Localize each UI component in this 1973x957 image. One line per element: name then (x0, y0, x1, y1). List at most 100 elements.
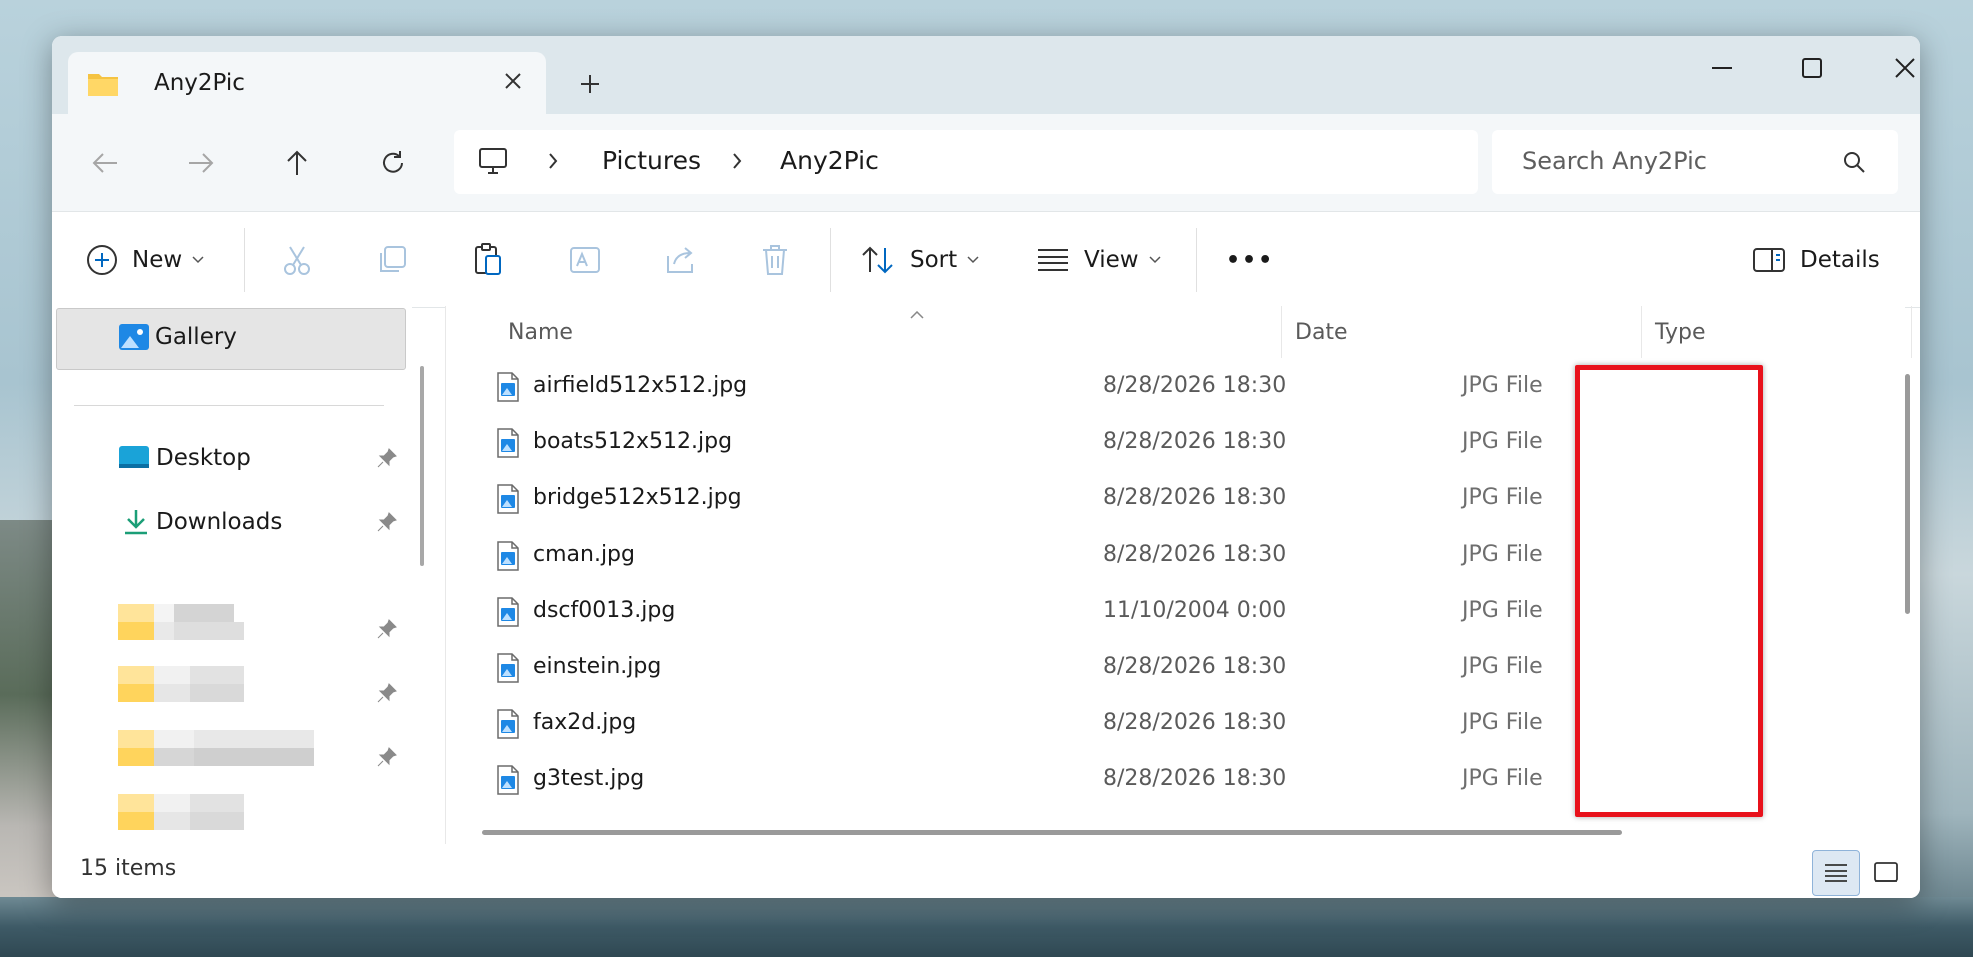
jpg-file-icon (496, 653, 520, 687)
file-date: 8/28/2026 18:30 (1103, 429, 1287, 455)
file-name[interactable]: cman.jpg (533, 542, 635, 567)
pin-icon[interactable] (377, 512, 397, 536)
toolbar-divider (1196, 228, 1197, 292)
folder-icon (86, 70, 120, 102)
type-column-highlight (1575, 365, 1763, 817)
jpg-file-icon (496, 597, 520, 631)
column-divider[interactable] (1641, 306, 1642, 358)
copy-icon (380, 246, 406, 272)
large-icons-view-icon[interactable] (1862, 850, 1910, 896)
share-icon (667, 247, 693, 273)
sort-ascending-icon (910, 304, 924, 323)
jpg-file-icon (496, 765, 520, 799)
clipboard-icon (475, 243, 501, 275)
more-icon: ••• (1226, 247, 1275, 273)
pin-icon[interactable] (377, 448, 397, 472)
details-pane-button[interactable]: Details (1752, 232, 1880, 288)
file-type: JPG File (1462, 485, 1543, 511)
sidebar-divider (74, 405, 384, 406)
pin-icon[interactable] (377, 619, 397, 643)
trash-icon (763, 245, 787, 275)
pin-icon[interactable] (377, 683, 397, 707)
sidebar-item-label: Desktop (156, 445, 251, 471)
paste-button[interactable] (472, 232, 504, 288)
jpg-file-icon (496, 709, 520, 743)
refresh-icon[interactable] (370, 140, 416, 186)
file-date: 8/28/2026 18:30 (1103, 766, 1287, 792)
vertical-scrollbar[interactable] (1905, 374, 1910, 614)
column-header-date[interactable]: Date (1295, 320, 1348, 345)
details-view-icon[interactable] (1812, 850, 1860, 896)
horizontal-scrollbar[interactable] (482, 830, 1622, 835)
file-name[interactable]: bridge512x512.jpg (533, 485, 742, 510)
redacted-sidebar-item[interactable] (118, 730, 314, 770)
chevron-down-icon (967, 256, 979, 264)
sidebar-item-label: Gallery (155, 324, 237, 350)
file-date: 8/28/2026 18:30 (1103, 541, 1287, 567)
more-options-button[interactable]: ••• (1226, 232, 1274, 288)
column-divider[interactable] (1281, 306, 1282, 358)
file-name[interactable]: fax2d.jpg (533, 710, 636, 735)
forward-arrow-icon[interactable] (178, 140, 224, 186)
maximize-icon[interactable] (1782, 46, 1842, 90)
delete-button[interactable] (760, 232, 790, 288)
search-icon[interactable] (1842, 150, 1866, 178)
close-tab-icon[interactable] (496, 64, 530, 98)
view-button[interactable]: View (1036, 232, 1161, 288)
redacted-sidebar-item[interactable] (118, 794, 244, 834)
column-divider[interactable] (1911, 306, 1912, 358)
file-name[interactable]: airfield512x512.jpg (533, 373, 747, 398)
sidebar-item-downloads[interactable]: Downloads (122, 500, 282, 544)
share-button[interactable] (664, 232, 698, 288)
view-lines-icon (1038, 249, 1068, 271)
search-input[interactable]: Search Any2Pic (1492, 130, 1898, 194)
column-header-type[interactable]: Type (1655, 320, 1706, 345)
sidebar-item-label: Downloads (156, 509, 283, 535)
file-name[interactable]: dscf0013.jpg (533, 598, 675, 623)
file-type: JPG File (1462, 373, 1543, 398)
desktop-icon (119, 446, 149, 468)
up-arrow-icon[interactable] (274, 140, 320, 186)
sidebar-scrollbar[interactable] (420, 366, 424, 566)
back-arrow-icon[interactable] (82, 140, 128, 186)
redacted-sidebar-item[interactable] (118, 666, 244, 706)
column-header-name[interactable]: Name (508, 320, 573, 345)
breadcrumb-chevron-icon[interactable] (548, 152, 558, 174)
cut-button[interactable] (280, 232, 314, 288)
breadcrumb[interactable]: Pictures Any2Pic (454, 130, 1478, 194)
sidebar-item-desktop[interactable]: Desktop (118, 436, 251, 480)
desktop-background-left (0, 520, 60, 957)
sidebar-item-gallery[interactable]: Gallery (56, 308, 406, 370)
breadcrumb-any2pic[interactable]: Any2Pic (780, 146, 879, 175)
breadcrumb-chevron-icon[interactable] (732, 152, 742, 174)
file-type: JPG File (1462, 766, 1543, 792)
file-name[interactable]: g3test.jpg (533, 766, 644, 791)
tab-any2pic[interactable]: Any2Pic (68, 52, 546, 114)
file-date: 8/28/2026 18:30 (1103, 710, 1287, 736)
minimize-icon[interactable] (1692, 46, 1752, 90)
details-label: Details (1800, 247, 1880, 273)
jpg-file-icon (496, 428, 520, 462)
rename-icon (570, 247, 600, 273)
file-type: JPG File (1462, 541, 1543, 567)
pin-icon[interactable] (377, 747, 397, 771)
toolbar-divider (830, 228, 831, 292)
breadcrumb-pictures[interactable]: Pictures (602, 146, 701, 175)
close-window-icon[interactable] (1875, 46, 1920, 90)
redacted-sidebar-item[interactable] (118, 604, 244, 644)
file-name[interactable]: einstein.jpg (533, 654, 661, 679)
new-label: New (132, 247, 183, 273)
file-name[interactable]: boats512x512.jpg (533, 429, 732, 454)
file-date: 8/28/2026 18:30 (1103, 485, 1287, 511)
sort-button[interactable]: Sort (860, 232, 979, 288)
new-tab-button[interactable] (572, 66, 608, 102)
copy-button[interactable] (376, 232, 408, 288)
plus-circle-icon (87, 245, 117, 275)
details-pane-icon (1753, 248, 1785, 272)
rename-button[interactable] (568, 232, 602, 288)
new-button[interactable]: New (86, 232, 204, 288)
computer-icon[interactable] (478, 146, 508, 180)
title-bar: Any2Pic (52, 36, 1920, 114)
download-icon (125, 510, 147, 535)
item-count: 15 items (80, 856, 177, 881)
